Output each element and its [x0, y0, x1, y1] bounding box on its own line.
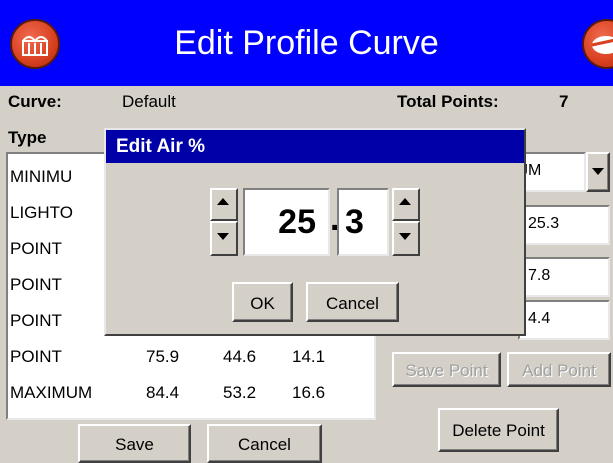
x-value-text: 25.3	[528, 215, 560, 232]
y-value-text: 7.8	[528, 267, 551, 284]
add-point-button[interactable]: Add Point	[507, 352, 611, 387]
chevron-down-icon	[592, 168, 604, 175]
list-item-type: MINIMU	[10, 167, 73, 186]
list-item-type: POINT	[10, 275, 62, 294]
list-item-type: POINT	[10, 311, 62, 330]
curve-value: Default	[122, 92, 176, 111]
dialog-cancel-button[interactable]: Cancel	[306, 282, 399, 322]
arrow-up-icon	[399, 198, 411, 205]
list-item-value-c: 14.1	[292, 347, 326, 366]
cancel-label: Cancel	[238, 435, 291, 454]
integer-value: 25	[278, 203, 316, 241]
list-item-value-a: 75.9	[146, 347, 180, 366]
arrow-down-icon	[399, 233, 411, 240]
list-item[interactable]: POINT 75.9 44.6 14.1	[8, 338, 374, 374]
arrow-down-icon	[217, 233, 229, 240]
z-value-field[interactable]: 4.4	[518, 300, 610, 340]
list-item-value-b: 44.6	[223, 347, 257, 366]
decimal-value: 3	[345, 203, 364, 241]
save-label: Save	[115, 435, 154, 454]
list-item-type: MAXIMUM	[10, 383, 93, 402]
dialog-cancel-label: Cancel	[326, 294, 379, 313]
decimal-down-button[interactable]	[392, 221, 420, 256]
curve-label: Curve:	[8, 92, 62, 111]
delete-point-button[interactable]: Delete Point	[438, 408, 559, 452]
exit-button[interactable]	[582, 19, 613, 69]
integer-up-button[interactable]	[210, 188, 238, 221]
type-dropdown-button[interactable]	[586, 152, 610, 192]
save-button[interactable]: Save	[78, 424, 191, 463]
dialog-title: Edit Air %	[116, 136, 206, 157]
list-item-type: POINT	[10, 239, 62, 258]
list-item-type: POINT	[10, 347, 62, 366]
x-value-field[interactable]: 25.3	[518, 205, 610, 245]
save-point-label: Save Point	[405, 361, 488, 380]
dialog-ok-label: OK	[250, 294, 275, 313]
decimal-up-button[interactable]	[392, 188, 420, 221]
cancel-button[interactable]: Cancel	[207, 424, 322, 463]
add-point-label: Add Point	[522, 361, 596, 380]
dialog-ok-button[interactable]: OK	[232, 282, 293, 322]
list-item-type: LIGHTO	[10, 203, 73, 222]
list-item-value-c: 16.6	[292, 383, 326, 402]
delete-point-label: Delete Point	[452, 421, 545, 440]
home-button[interactable]	[10, 19, 60, 69]
page-title: Edit Profile Curve	[174, 24, 439, 62]
integer-down-button[interactable]	[210, 221, 238, 256]
z-value-text: 4.4	[528, 310, 551, 327]
exit-icon	[591, 36, 613, 54]
type-column-header: Type	[8, 128, 47, 147]
integer-value-field[interactable]: 25	[243, 188, 330, 256]
list-item-value-b: 53.2	[223, 383, 257, 402]
total-points-value: 7	[559, 92, 569, 111]
arrow-up-icon	[217, 198, 229, 205]
y-value-field[interactable]: 7.8	[518, 257, 610, 297]
dialog-title-bar: Edit Air %	[106, 130, 524, 163]
save-point-button[interactable]: Save Point	[392, 352, 501, 387]
building-icon	[22, 36, 48, 56]
list-item-value-a: 84.4	[146, 383, 180, 402]
decimal-value-field[interactable]: 3	[337, 188, 389, 256]
total-points-label: Total Points:	[397, 92, 499, 111]
list-item[interactable]: MAXIMUM 84.4 53.2 16.6	[8, 374, 374, 410]
